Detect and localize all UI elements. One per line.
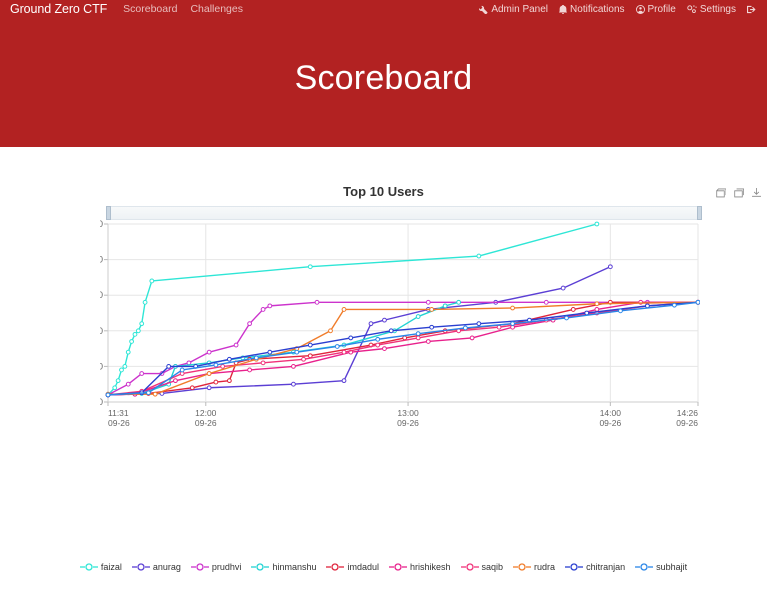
- nav-link-scoreboard[interactable]: Scoreboard: [123, 3, 177, 15]
- svg-text:500: 500: [100, 361, 103, 371]
- svg-text:09-26: 09-26: [108, 418, 130, 428]
- svg-text:11:31: 11:31: [108, 408, 129, 418]
- user-circle-icon: [635, 4, 645, 14]
- svg-text:0: 0: [100, 397, 103, 407]
- legend-label: rudra: [534, 562, 556, 572]
- sliders-icon: [687, 4, 697, 14]
- main-content: Top 10 Users 0 500 1,000 1,500 2,000 2,500 11:…: [0, 147, 767, 607]
- legend-item-prudhvi[interactable]: prudhvi: [190, 562, 242, 572]
- chart-legend: faizal anurag prudhvi hinmanshu imdadul hrish…: [0, 562, 767, 572]
- svg-text:1,500: 1,500: [100, 290, 103, 300]
- nav-notifications-label: Notifications: [570, 3, 625, 15]
- legend-label: prudhvi: [211, 562, 242, 572]
- nav-notifications[interactable]: Notifications: [559, 3, 625, 15]
- scoreboard-chart-card: Top 10 Users 0 500 1,000 1,500 2,000 2,500 11:…: [0, 160, 767, 572]
- legend-label: hrishikesh: [410, 562, 451, 572]
- legend-label: chitranjan: [586, 562, 626, 572]
- legend-marker-icon: [131, 563, 150, 571]
- nav-profile-label: Profile: [647, 3, 676, 15]
- legend-item-hrishikesh[interactable]: hrishikesh: [389, 562, 451, 572]
- legend-marker-icon: [251, 563, 270, 571]
- bell-icon: [559, 4, 567, 14]
- download-icon[interactable]: [751, 187, 762, 198]
- restore-icon[interactable]: [715, 187, 726, 198]
- svg-text:09-26: 09-26: [397, 418, 419, 428]
- chart-title: Top 10 Users: [343, 184, 424, 199]
- nav-settings[interactable]: Settings: [687, 4, 736, 15]
- legend-item-chitranjan[interactable]: chitranjan: [565, 562, 625, 572]
- svg-text:09-26: 09-26: [676, 418, 698, 428]
- nav-admin-panel-label: Admin Panel: [491, 3, 549, 15]
- svg-text:12:00: 12:00: [195, 408, 217, 418]
- legend-item-saqib[interactable]: saqib: [460, 562, 504, 572]
- legend-item-hinmanshu[interactable]: hinmanshu: [251, 562, 316, 572]
- legend-label: imdadul: [347, 562, 379, 572]
- nav-link-challenges[interactable]: Challenges: [190, 3, 243, 15]
- legend-label: faizal: [100, 562, 122, 572]
- legend-item-subhajit[interactable]: subhajit: [635, 562, 687, 572]
- svg-text:09-26: 09-26: [599, 418, 621, 428]
- legend-marker-icon: [79, 563, 98, 571]
- legend-item-rudra[interactable]: rudra: [513, 562, 555, 572]
- nav-admin-panel[interactable]: Admin Panel: [479, 4, 548, 15]
- brand-logo[interactable]: Ground Zero CTF: [10, 2, 107, 16]
- hero-banner: Scoreboard: [0, 18, 767, 147]
- legend-marker-icon: [460, 563, 479, 571]
- nav-profile[interactable]: Profile: [635, 3, 676, 15]
- svg-text:13:00: 13:00: [397, 408, 419, 418]
- legend-marker-icon: [389, 563, 407, 571]
- chart-plot-area[interactable]: 05001,0001,5002,0002,50011:3109-2612:000…: [100, 218, 700, 536]
- legend-label: subhajit: [656, 562, 688, 572]
- legend-marker-icon: [190, 563, 209, 571]
- svg-text:2,500: 2,500: [100, 219, 103, 229]
- legend-label: hinmanshu: [272, 562, 317, 572]
- legend-marker-icon: [326, 563, 345, 571]
- svg-text:1,000: 1,000: [100, 326, 103, 336]
- svg-text:14:00: 14:00: [600, 408, 622, 418]
- nav-settings-label: Settings: [699, 3, 736, 15]
- legend-label: anurag: [152, 562, 181, 572]
- legend-item-faizal[interactable]: faizal: [79, 562, 122, 572]
- chart-toolbox: [715, 187, 762, 198]
- wrench-icon: [479, 5, 488, 14]
- sign-out-icon: [747, 5, 756, 14]
- page-title: Scoreboard: [294, 59, 473, 97]
- nav-logout[interactable]: [747, 5, 759, 14]
- navbar-right-group: Admin Panel Notifications Profile Settin…: [468, 4, 759, 15]
- svg-text:2,000: 2,000: [100, 255, 103, 265]
- legend-marker-icon: [635, 563, 654, 571]
- zoom-box-icon[interactable]: [733, 187, 744, 198]
- svg-text:09-26: 09-26: [195, 418, 217, 428]
- legend-item-anurag[interactable]: anurag: [131, 562, 181, 572]
- legend-marker-icon: [565, 563, 584, 571]
- line-chart-svg: 05001,0001,5002,0002,50011:3109-2612:000…: [100, 219, 700, 428]
- svg-text:14:26: 14:26: [677, 408, 699, 418]
- legend-item-imdadul[interactable]: imdadul: [326, 562, 379, 572]
- legend-label: saqib: [481, 562, 504, 572]
- top-navbar: Ground Zero CTF Scoreboard Challenges Ad…: [0, 0, 767, 18]
- legend-marker-icon: [513, 563, 532, 571]
